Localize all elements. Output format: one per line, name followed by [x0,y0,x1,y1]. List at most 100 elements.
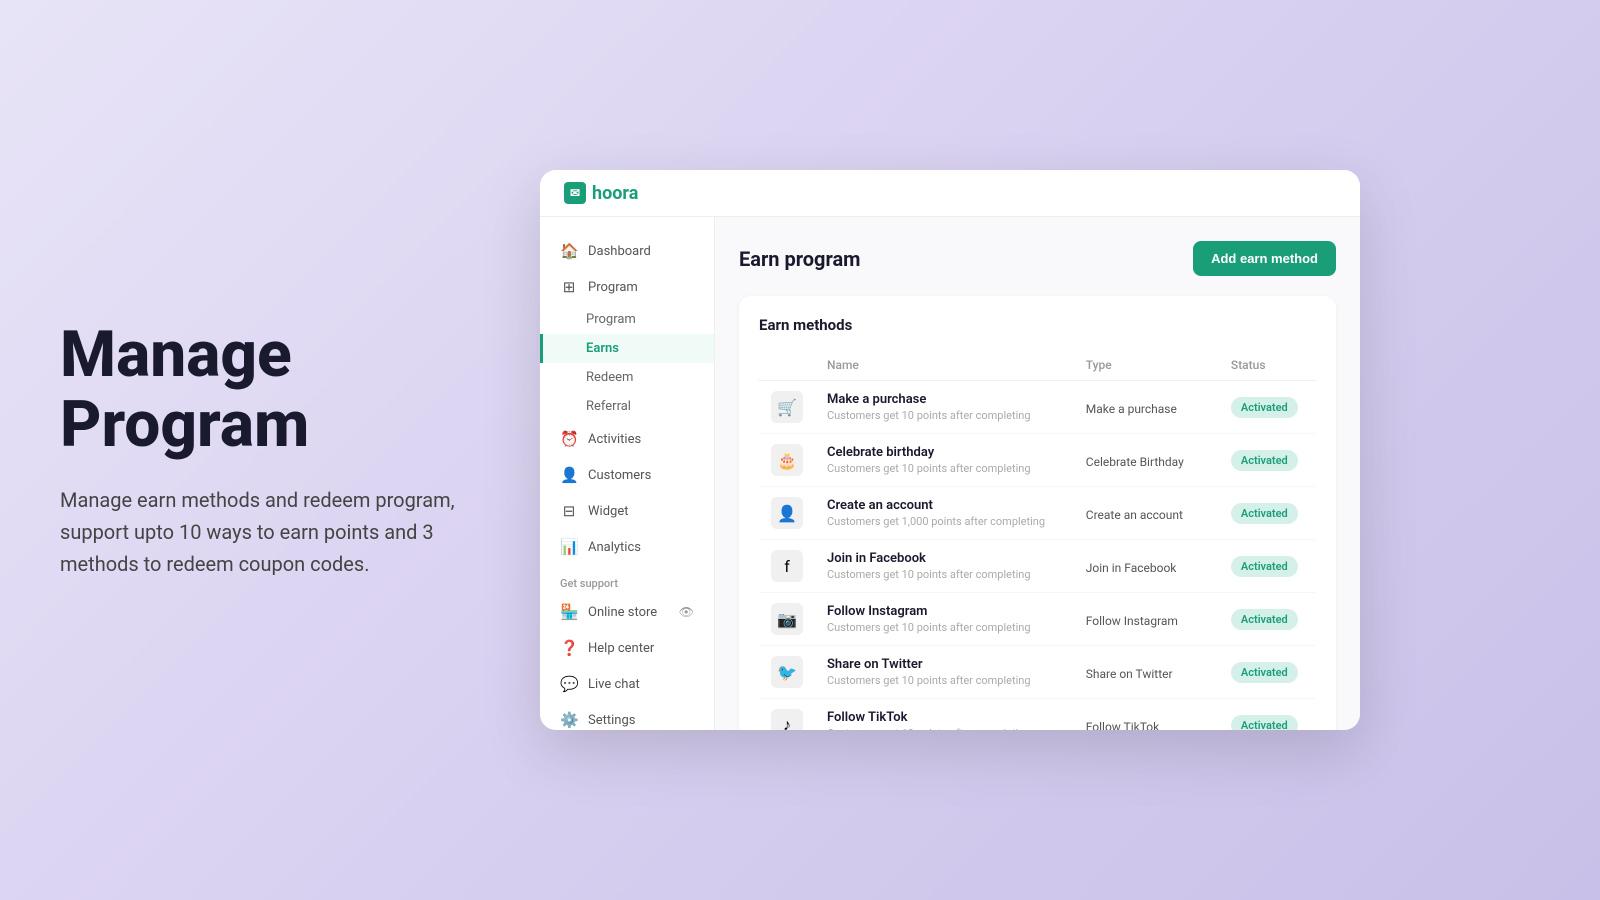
row-type-cell: Join in Facebook [1074,540,1219,593]
main-headline: Manage Program [60,320,480,461]
row-name-cell: Join in Facebook Customers get 10 points… [815,540,1074,593]
row-status-cell: Activated [1219,593,1316,646]
sidebar-label-widget: Widget [588,504,628,519]
sidebar-bottom: ⚙️ Settings [540,702,714,730]
sidebar-label-program: Program [588,280,638,295]
live-chat-icon: 💬 [560,675,578,693]
sidebar-label-online-store: Online store [588,605,657,620]
program-icon: ⊞ [560,278,578,296]
page-header: Earn program Add earn method [739,241,1336,276]
table-row-follow-tiktok[interactable]: ♪ Follow TikTok Customers get 10 points … [759,699,1316,731]
sidebar-item-live-chat[interactable]: 💬 Live chat [540,666,714,702]
table-row-create-account[interactable]: 👤 Create an account Customers get 1,000 … [759,487,1316,540]
method-name-follow-instagram: Follow Instagram [827,604,1062,619]
method-type-share-twitter: Share on Twitter [1086,667,1173,681]
table-header-row: Name Type Status [759,350,1316,381]
row-name-cell: Follow TikTok Customers get 10 points af… [815,699,1074,731]
col-name: Name [815,350,1074,381]
row-type-cell: Celebrate Birthday [1074,434,1219,487]
sidebar: 🏠 Dashboard ⊞ Program Program Earns Rede… [540,217,715,730]
status-badge-create-account: Activated [1231,503,1298,524]
app-window: ✉ hoora 🏠 Dashboard ⊞ Program Program [540,170,1360,730]
row-name-cell: Share on Twitter Customers get 10 points… [815,646,1074,699]
sidebar-label-settings: Settings [588,713,635,728]
logo-text: hoora [592,183,638,204]
row-icon-cell: 🛒 [759,381,815,434]
row-status-cell: Activated [1219,646,1316,699]
online-store-icon: 🏪 [560,603,578,621]
method-type-celebrate-birthday: Celebrate Birthday [1086,455,1184,469]
method-name-create-account: Create an account [827,498,1062,513]
row-icon-cell: 🎂 [759,434,815,487]
sidebar-item-program[interactable]: ⊞ Program [540,269,714,305]
table-row-share-twitter[interactable]: 🐦 Share on Twitter Customers get 10 poin… [759,646,1316,699]
table-row-join-facebook[interactable]: f Join in Facebook Customers get 10 poin… [759,540,1316,593]
status-badge-follow-tiktok: Activated [1231,715,1298,730]
main-content: Earn program Add earn method Earn method… [715,217,1360,730]
sidebar-item-help-center[interactable]: ❓ Help center [540,630,714,666]
sidebar-item-settings[interactable]: ⚙️ Settings [540,702,714,730]
row-status-cell: Activated [1219,381,1316,434]
method-type-make-purchase: Make a purchase [1086,402,1177,416]
sidebar-sub-earns[interactable]: Earns [540,334,714,363]
settings-icon: ⚙️ [560,711,578,729]
dashboard-icon: 🏠 [560,242,578,260]
sidebar-nav: 🏠 Dashboard ⊞ Program Program Earns Rede… [540,233,714,702]
row-icon-cell: f [759,540,815,593]
col-icon [759,350,815,381]
row-icon-cell: 🐦 [759,646,815,699]
sidebar-label-help-center: Help center [588,641,654,656]
col-status: Status [1219,350,1316,381]
col-type: Type [1074,350,1219,381]
sidebar-item-activities[interactable]: ⏰ Activities [540,421,714,457]
add-earn-method-button[interactable]: Add earn method [1193,241,1336,276]
row-type-cell: Follow TikTok [1074,699,1219,731]
page-title: Earn program [739,247,860,271]
table-row-follow-instagram[interactable]: 📷 Follow Instagram Customers get 10 poin… [759,593,1316,646]
sidebar-item-customers[interactable]: 👤 Customers [540,457,714,493]
row-status-cell: Activated [1219,487,1316,540]
row-type-cell: Follow Instagram [1074,593,1219,646]
row-icon-cell: 👤 [759,487,815,540]
row-type-cell: Make a purchase [1074,381,1219,434]
method-icon-share-twitter: 🐦 [771,656,803,688]
sidebar-label-activities: Activities [588,432,641,447]
status-badge-follow-instagram: Activated [1231,609,1298,630]
sidebar-sub-referral[interactable]: Referral [540,392,714,421]
sidebar-item-analytics[interactable]: 📊 Analytics [540,529,714,565]
row-icon-cell: ♪ [759,699,815,731]
row-status-cell: Activated [1219,434,1316,487]
method-icon-join-facebook: f [771,550,803,582]
method-icon-follow-tiktok: ♪ [771,709,803,730]
method-desc-make-purchase: Customers get 10 points after completing [827,409,1062,422]
table-row-celebrate-birthday[interactable]: 🎂 Celebrate birthday Customers get 10 po… [759,434,1316,487]
method-icon-celebrate-birthday: 🎂 [771,444,803,476]
analytics-icon: 📊 [560,538,578,556]
logo-icon: ✉ [564,182,586,204]
sidebar-label-analytics: Analytics [588,540,641,555]
sidebar-item-dashboard[interactable]: 🏠 Dashboard [540,233,714,269]
method-name-join-facebook: Join in Facebook [827,551,1062,566]
widget-icon: ⊟ [560,502,578,520]
sidebar-sub-redeem[interactable]: Redeem [540,363,714,392]
status-badge-make-purchase: Activated [1231,397,1298,418]
sidebar-sub-program[interactable]: Program [540,305,714,334]
sidebar-label-dashboard: Dashboard [588,244,651,259]
method-icon-make-purchase: 🛒 [771,391,803,423]
left-panel: Manage Program Manage earn methods and r… [60,320,540,581]
method-desc-follow-tiktok: Customers get 10 points after completing [827,727,1062,730]
earn-methods-title: Earn methods [759,316,1316,334]
sidebar-item-online-store[interactable]: 🏪 Online store 👁 [540,594,714,630]
sidebar-label-live-chat: Live chat [588,677,640,692]
method-type-create-account: Create an account [1086,508,1183,522]
status-badge-join-facebook: Activated [1231,556,1298,577]
method-desc-celebrate-birthday: Customers get 10 points after completing [827,462,1062,475]
page-layout: Manage Program Manage earn methods and r… [0,0,1600,900]
table-row-make-purchase[interactable]: 🛒 Make a purchase Customers get 10 point… [759,381,1316,434]
method-desc-follow-instagram: Customers get 10 points after completing [827,621,1062,634]
row-status-cell: Activated [1219,699,1316,731]
method-desc-create-account: Customers get 1,000 points after complet… [827,515,1062,528]
sidebar-item-widget[interactable]: ⊟ Widget [540,493,714,529]
app-logo: ✉ hoora [564,182,638,204]
method-icon-create-account: 👤 [771,497,803,529]
